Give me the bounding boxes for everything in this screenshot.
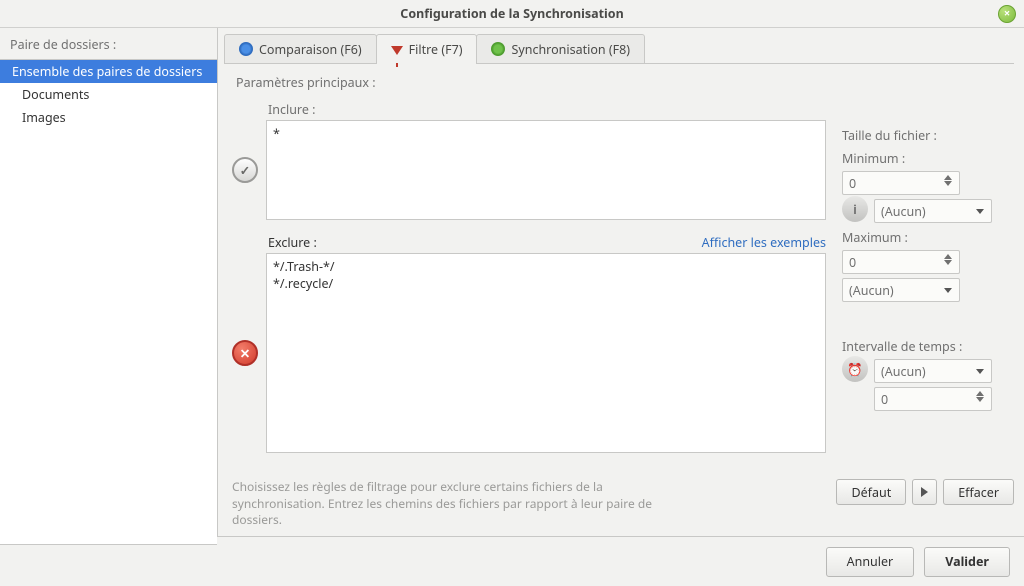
list-item-images[interactable]: Images [0, 106, 217, 129]
cancel-button[interactable]: Annuler [826, 547, 915, 577]
time-value: 0 [881, 391, 888, 408]
tab-label: Synchronisation (F8) [511, 41, 630, 58]
hint-text: Choisissez les règles de filtrage pour e… [232, 479, 662, 528]
list-item-documents[interactable]: Documents [0, 83, 217, 106]
min-size-value: 0 [849, 175, 856, 192]
list-item-label: Images [22, 109, 66, 126]
list-item-all-pairs[interactable]: Ensemble des paires de dossiers [0, 60, 217, 83]
arrow-down-icon [944, 181, 952, 186]
exclude-label: Exclure : [268, 234, 317, 251]
clock-icon: ⏰ [842, 356, 868, 382]
list-item-label: Documents [22, 86, 89, 103]
exclude-textarea[interactable] [266, 253, 826, 453]
arrow-up-icon [944, 175, 952, 180]
close-icon: × [999, 6, 1015, 22]
filter-columns: Inclure : ✓ Exclure : Afficher les exemp… [232, 97, 826, 453]
exclude-header: Exclure : Afficher les exemples [268, 234, 826, 251]
include-row: ✓ [232, 120, 826, 220]
close-button[interactable]: × [998, 5, 1016, 23]
tab-filter[interactable]: Filtre (F7) [376, 34, 478, 64]
body: Paire de dossiers : Ensemble des paires … [0, 28, 1024, 536]
folder-pair-list: Ensemble des paires de dossiers Document… [0, 59, 217, 545]
hint-buttons: Défaut Effacer [836, 479, 1014, 505]
timerange-title: Intervalle de temps : [842, 338, 1004, 355]
cross-icon: ✕ [232, 340, 258, 366]
tab-sync[interactable]: Synchronisation (F8) [476, 34, 645, 63]
right-column: Taille du fichier : Minimum : 0 i (Aucun… [842, 97, 1004, 453]
sidebar-title: Paire de dossiers : [0, 34, 217, 59]
time-unit-combo[interactable]: (Aucun) [874, 359, 992, 383]
main-params-title: Paramètres principaux : [224, 64, 1014, 97]
time-unit-value: (Aucun) [881, 363, 926, 380]
max-size-value: 0 [849, 254, 856, 271]
chevron-down-icon [973, 369, 987, 374]
list-item-label: Ensemble des paires de dossiers [12, 63, 202, 80]
arrow-down-icon [976, 397, 984, 402]
ok-button[interactable]: Valider [924, 547, 1010, 577]
clear-button[interactable]: Effacer [943, 479, 1014, 505]
sidebar: Paire de dossiers : Ensemble des paires … [0, 28, 218, 536]
play-icon [921, 487, 928, 497]
filesize-title: Taille du fichier : [842, 127, 1004, 144]
default-button[interactable]: Défaut [836, 479, 906, 505]
hint-row: Choisissez les règles de filtrage pour e… [232, 479, 1014, 528]
tabs: Comparaison (F6) Filtre (F7) Synchronisa… [224, 34, 1014, 64]
spinner-arrows[interactable] [941, 254, 955, 265]
min-unit-combo[interactable]: (Aucun) [874, 199, 992, 223]
gear-icon [491, 42, 505, 56]
check-icon: ✓ [232, 157, 258, 183]
tab-compare[interactable]: Comparaison (F6) [224, 34, 377, 63]
chevron-down-icon [973, 209, 987, 214]
funnel-icon [391, 46, 403, 55]
spinner-arrows[interactable] [973, 391, 987, 402]
min-unit-value: (Aucun) [881, 203, 926, 220]
show-examples-link[interactable]: Afficher les exemples [702, 234, 826, 251]
gear-icon [239, 42, 253, 56]
content: Comparaison (F6) Filtre (F7) Synchronisa… [218, 28, 1024, 536]
max-size-spinner[interactable]: 0 [842, 250, 960, 274]
tab-label: Filtre (F7) [409, 41, 463, 58]
tab-label: Comparaison (F6) [259, 41, 362, 58]
time-value-spinner[interactable]: 0 [874, 387, 992, 411]
max-label: Maximum : [842, 229, 1004, 246]
default-menu-button[interactable] [912, 479, 937, 505]
min-label: Minimum : [842, 150, 1004, 167]
min-size-spinner[interactable]: 0 [842, 171, 960, 195]
window-title: Configuration de la Synchronisation [400, 5, 623, 22]
arrow-up-icon [944, 254, 952, 259]
main-form: Inclure : ✓ Exclure : Afficher les exemp… [224, 97, 1014, 453]
titlebar: Configuration de la Synchronisation × [0, 0, 1024, 28]
exclude-row: ✕ [232, 253, 826, 453]
arrow-up-icon [976, 391, 984, 396]
chevron-down-icon [941, 288, 955, 293]
arrow-down-icon [944, 260, 952, 265]
include-textarea[interactable] [266, 120, 826, 220]
spinner-arrows[interactable] [941, 175, 955, 186]
info-icon: i [842, 196, 868, 222]
max-unit-combo[interactable]: (Aucun) [842, 278, 960, 302]
include-label: Inclure : [268, 101, 826, 118]
max-unit-value: (Aucun) [849, 282, 894, 299]
